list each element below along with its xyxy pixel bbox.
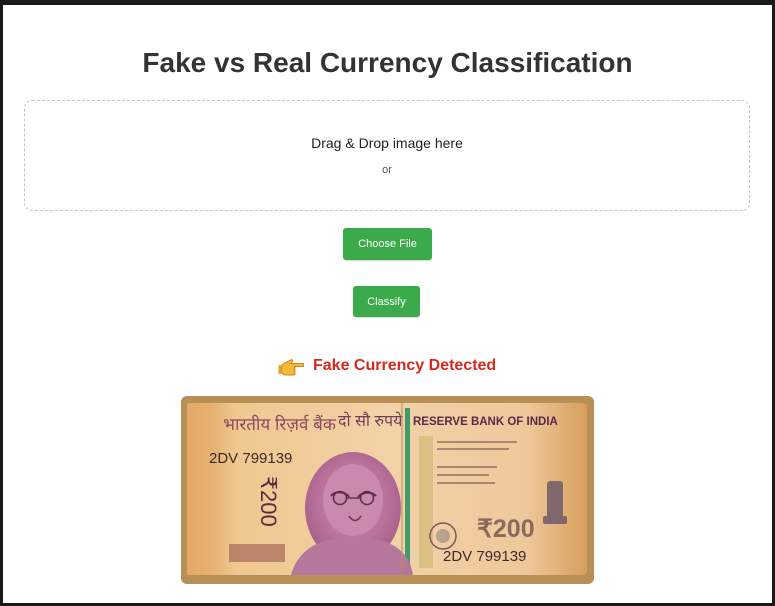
serial-number-top: 2DV 799139: [209, 450, 292, 467]
vertical-denomination: ₹200: [256, 476, 281, 527]
image-dropzone[interactable]: Drag & Drop image here or: [24, 100, 750, 211]
dropzone-or-label: or: [382, 164, 392, 176]
pointing-hand-icon: [278, 359, 304, 376]
app-window: Fake vs Real Currency Classification Dra…: [0, 0, 775, 606]
dropzone-label: Drag & Drop image here: [311, 135, 463, 151]
hindi-bank-name: भारतीय रिज़र्व बैंक: [223, 414, 337, 434]
banknote-image: भारतीय रिज़र्व बैंक दो सौ रुपये RESERVE …: [181, 396, 594, 584]
classification-result: Fake Currency Detected: [278, 352, 496, 380]
denomination-symbol: ₹200: [477, 515, 535, 543]
classify-button[interactable]: Classify: [353, 286, 420, 317]
hindi-denomination: दो सौ रुपये: [338, 411, 403, 430]
page-title: Fake vs Real Currency Classification: [142, 47, 633, 78]
result-label: Fake Currency Detected: [313, 357, 497, 374]
choose-file-button[interactable]: Choose File: [343, 228, 432, 260]
serial-number-bottom: 2DV 799139: [443, 548, 526, 565]
english-bank-name: RESERVE BANK OF INDIA: [413, 416, 558, 428]
